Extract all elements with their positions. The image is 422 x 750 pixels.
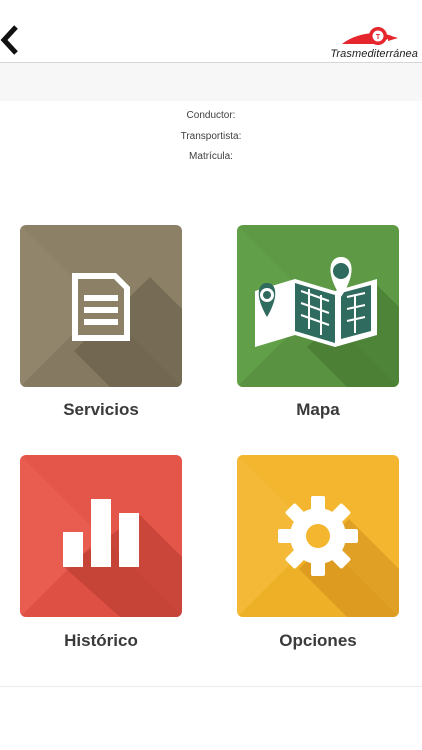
gear-icon: [278, 496, 358, 576]
app-header: T Trasmediterránea: [0, 0, 422, 63]
servicios-label[interactable]: Servicios: [20, 400, 182, 420]
sub-bar: [0, 63, 422, 101]
historico-label[interactable]: Histórico: [20, 631, 182, 651]
servicios-tile[interactable]: [20, 225, 182, 387]
trasmediterranea-logo: T Trasmediterránea: [320, 22, 420, 62]
back-button[interactable]: [0, 22, 30, 58]
bottom-divider: [0, 686, 422, 687]
chevron-left-icon: [0, 25, 18, 55]
svg-text:T: T: [376, 34, 381, 41]
matricula-label: Matrícula:: [189, 151, 233, 162]
mapa-label[interactable]: Mapa: [237, 400, 399, 420]
trasmediterranea-logo-icon: T: [342, 27, 398, 45]
opciones-tile[interactable]: [237, 455, 399, 617]
opciones-label[interactable]: Opciones: [237, 631, 399, 651]
document-icon: [72, 273, 130, 341]
conductor-label: Conductor:: [186, 110, 236, 121]
mapa-tile[interactable]: [237, 225, 399, 387]
historico-tile[interactable]: [20, 455, 182, 617]
driver-info: Conductor: Transportista: Matrícula:: [0, 106, 422, 168]
logo-text: Trasmediterránea: [330, 48, 418, 60]
transportista-label: Transportista:: [180, 130, 242, 142]
